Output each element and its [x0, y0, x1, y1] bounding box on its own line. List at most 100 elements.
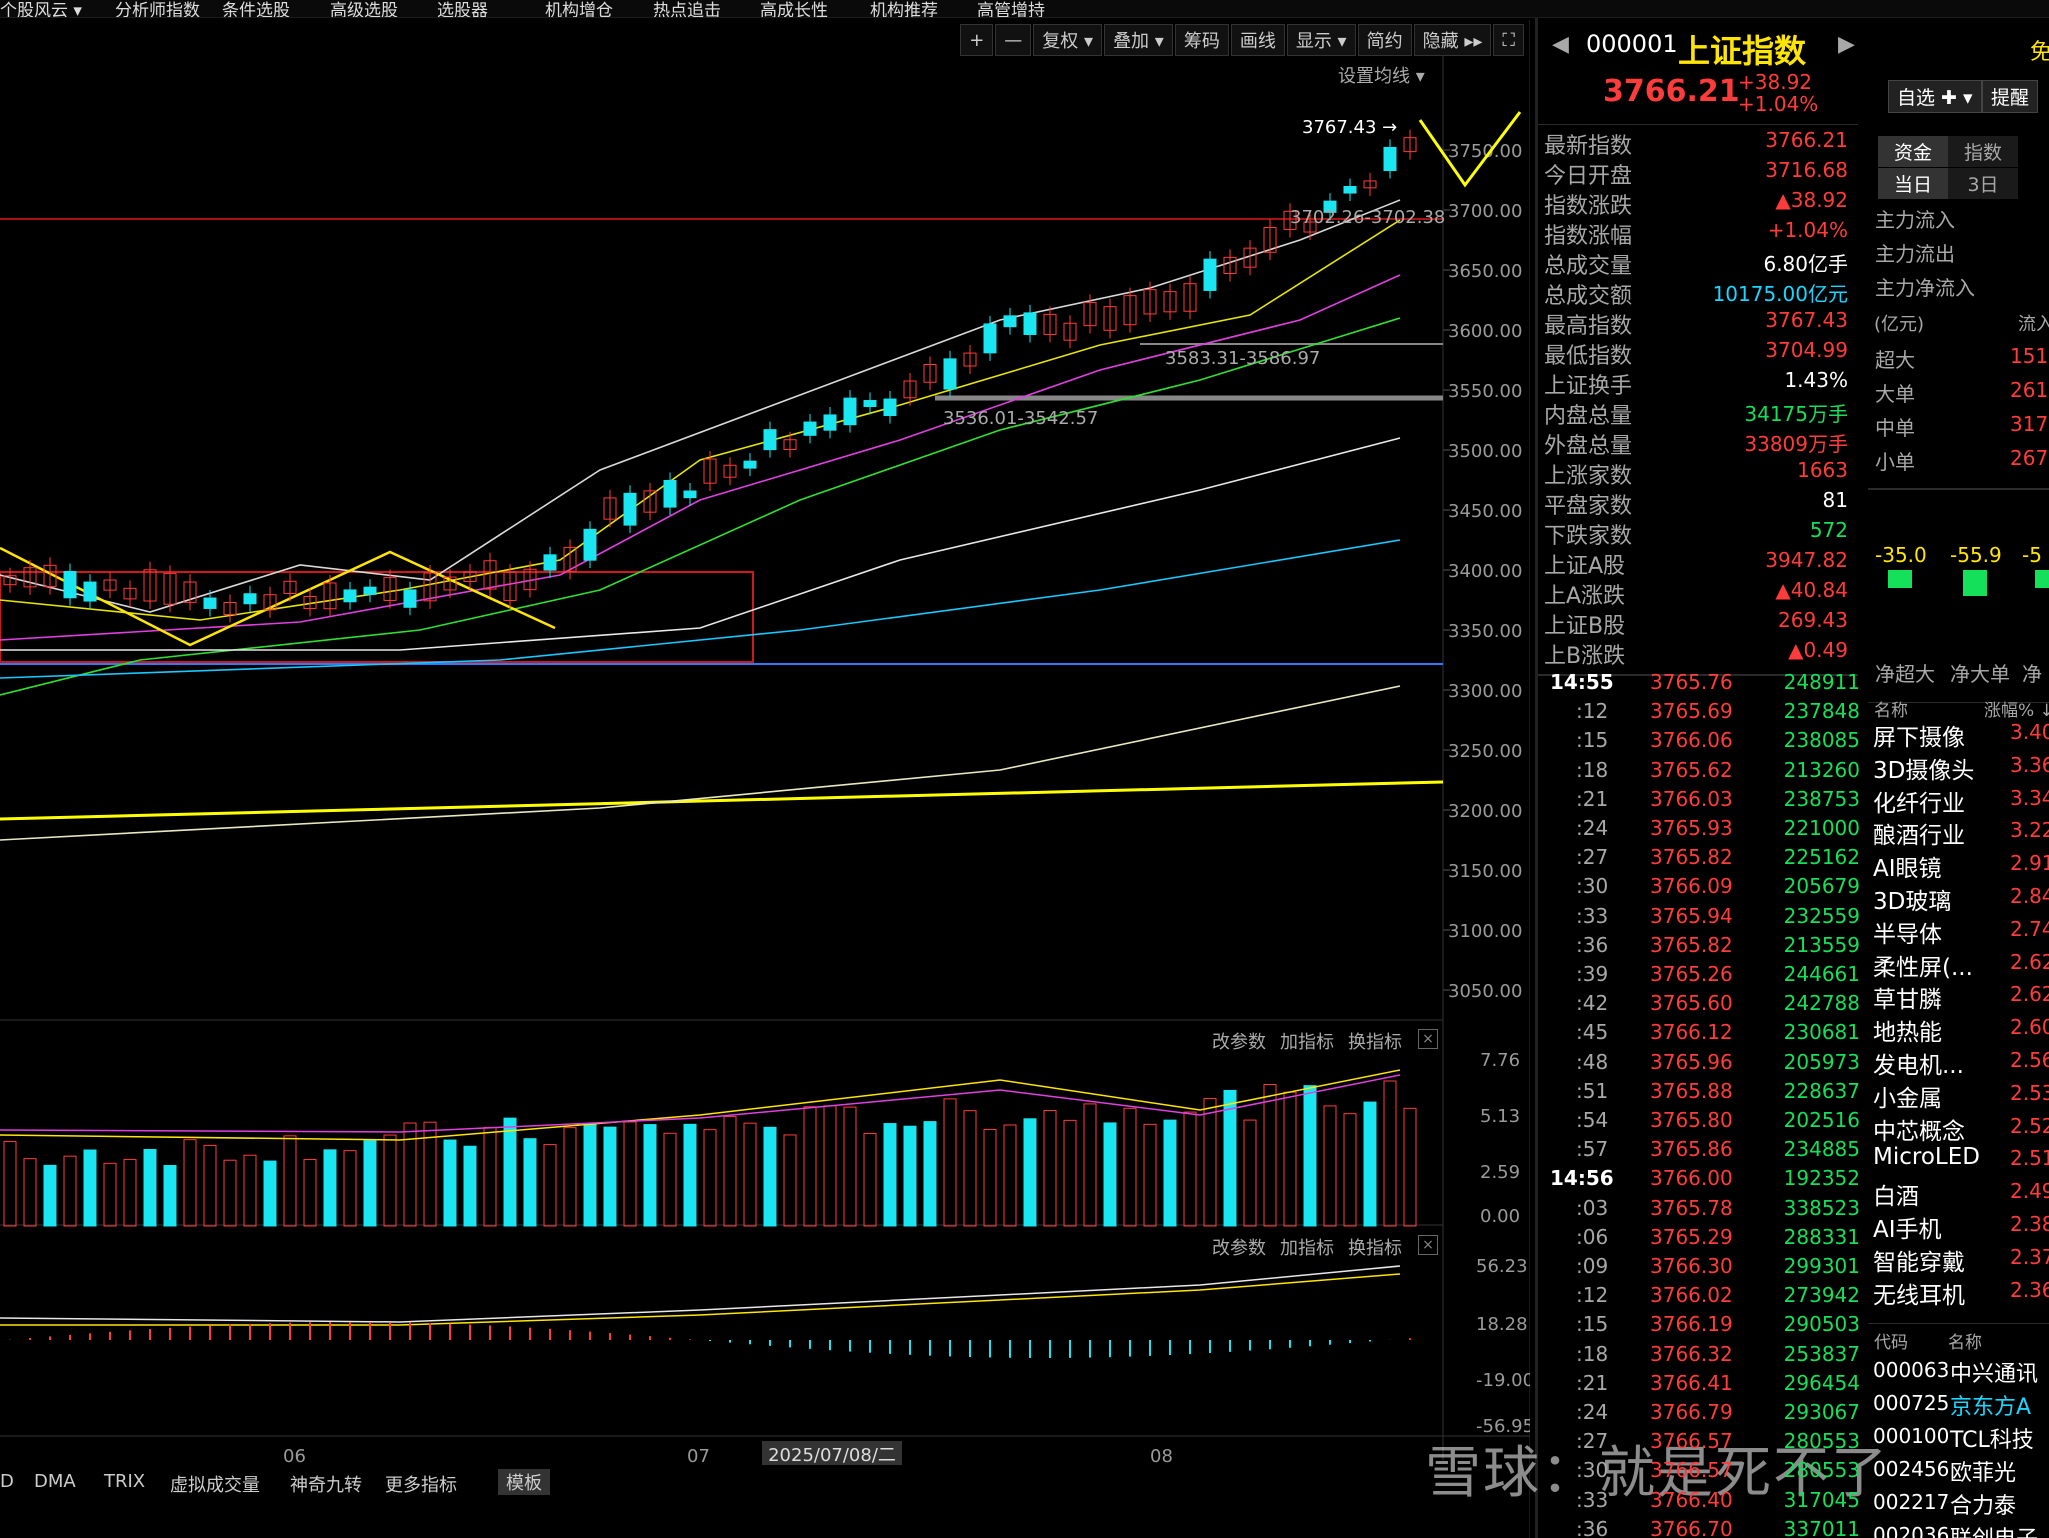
- indicator-control[interactable]: 换指标: [1348, 1238, 1402, 1259]
- indicator-tab[interactable]: 更多指标: [385, 1471, 457, 1497]
- watchlist-button[interactable]: 自选 ✚ ▾: [1888, 80, 1982, 113]
- kline-chart-area[interactable]: 3750.00 3700.00 3650.00 3600.00 3550.00 3500.…: [0, 0, 1530, 1538]
- tick-volume: 253837: [1783, 1341, 1860, 1366]
- nav-item[interactable]: 高成长性: [760, 0, 828, 17]
- stock-code[interactable]: 002036: [1873, 1523, 1949, 1538]
- yellow-trend-line: [0, 780, 1444, 821]
- tick-time: :24: [1576, 816, 1609, 840]
- toolbar-button[interactable]: —: [995, 24, 1032, 56]
- quote-value: ▲38.92: [1775, 188, 1848, 212]
- netflow-value: -55.9: [1950, 543, 2002, 567]
- nav-item[interactable]: 分析师指数: [115, 0, 200, 17]
- volume-bar: [1103, 1122, 1117, 1227]
- ma-setting[interactable]: 设置均线 ▾: [1338, 62, 1425, 88]
- sector-name[interactable]: 化纤行业: [1873, 784, 1965, 818]
- indicator-tab[interactable]: D: [0, 1471, 14, 1492]
- toolbar-button[interactable]: 复权 ▾: [1033, 24, 1103, 56]
- fund-tab[interactable]: 3日: [1948, 168, 2018, 199]
- flow-label: 小单: [1875, 450, 1915, 474]
- volume-bar: [1163, 1119, 1177, 1227]
- nav-item[interactable]: 条件选股: [222, 0, 290, 17]
- sector-name[interactable]: 发电机...: [1873, 1046, 1964, 1080]
- prev-arrow-icon[interactable]: ◀: [1552, 32, 1569, 57]
- kline-svg[interactable]: 3750.003700.003650.003600.003550.003500.…: [0, 0, 1530, 1538]
- sector-name[interactable]: 半导体: [1873, 915, 1942, 949]
- tick-price: 3766.41: [1650, 1370, 1733, 1395]
- next-arrow-icon[interactable]: ▶: [1838, 32, 1855, 57]
- candle-body: [1343, 185, 1357, 194]
- sector-name[interactable]: 中芯概念: [1873, 1112, 1965, 1146]
- tick-time: :57: [1576, 1137, 1609, 1162]
- fund-tab[interactable]: 指数: [1948, 136, 2018, 167]
- sector-name[interactable]: 3D玻璃: [1873, 882, 1951, 916]
- volume-bar: [3, 1141, 17, 1227]
- price-annotation: 3702.26-3702.38: [1290, 207, 1445, 228]
- sector-name[interactable]: MicroLED: [1873, 1144, 1980, 1170]
- tick-row: 14:56 3766.00 192352: [1540, 1166, 1860, 1195]
- nav-item[interactable]: 机构推荐: [870, 0, 938, 17]
- alert-button[interactable]: 提醒: [1982, 80, 2039, 113]
- stock-code[interactable]: 000063: [1873, 1358, 1949, 1382]
- tick-price: 3765.60: [1650, 991, 1733, 1016]
- volume-bar: [43, 1164, 57, 1227]
- sector-name[interactable]: 3D摄像头: [1873, 751, 1974, 785]
- sector-name[interactable]: 智能穿戴: [1873, 1243, 1965, 1277]
- tick-price: 3765.93: [1650, 816, 1733, 840]
- sector-name[interactable]: 无线耳机: [1873, 1276, 1965, 1310]
- close-icon[interactable]: ×: [1418, 1029, 1438, 1049]
- axis-label-volume: 7.76: [1480, 1050, 1520, 1071]
- indicator-control[interactable]: 换指标: [1348, 1032, 1402, 1053]
- indicator-control[interactable]: 改参数: [1212, 1032, 1266, 1053]
- nav-item[interactable]: 选股器: [437, 0, 488, 17]
- indicator-tab[interactable]: DMA: [34, 1471, 76, 1492]
- indicator-control[interactable]: 改参数: [1212, 1238, 1266, 1259]
- indicator-control[interactable]: 加指标: [1280, 1238, 1334, 1259]
- nav-item[interactable]: 高级选股: [330, 0, 398, 17]
- indicator-tab[interactable]: TRIX: [104, 1471, 145, 1492]
- nav-item[interactable]: 热点追击: [653, 0, 721, 17]
- toolbar-button[interactable]: 隐藏 ▸▸: [1413, 24, 1492, 56]
- toolbar-button[interactable]: 画线: [1230, 24, 1285, 56]
- volume-ma-line: [0, 1069, 1401, 1141]
- sector-name[interactable]: 屏下摄像: [1873, 718, 1965, 752]
- stock-code[interactable]: 000725: [1873, 1391, 1949, 1415]
- nav-item[interactable]: 高管增持: [977, 0, 1045, 17]
- nav-item[interactable]: 个股风云 ▾: [0, 0, 82, 17]
- tick-row: :54 3765.80 202516: [1540, 1108, 1860, 1137]
- sector-name[interactable]: 酿酒行业: [1873, 816, 1965, 850]
- price-change-pct: +1.04%: [1738, 92, 1819, 116]
- axis-label-macd: 56.23: [1476, 1256, 1528, 1277]
- tick-price: 3765.88: [1650, 1078, 1733, 1103]
- sector-name[interactable]: AI眼镜: [1873, 849, 1942, 883]
- indicator-tab[interactable]: 虚拟成交量: [170, 1471, 260, 1497]
- nav-item[interactable]: 机构增仓: [545, 0, 613, 17]
- sector-name[interactable]: 地热能: [1873, 1013, 1942, 1047]
- indicator-control[interactable]: 加指标: [1280, 1032, 1334, 1053]
- tick-row: :24 3766.79 293067: [1540, 1400, 1860, 1429]
- sector-name[interactable]: 白酒: [1873, 1177, 1919, 1211]
- tick-time: :36: [1576, 932, 1609, 957]
- toolbar-button[interactable]: ⛶: [1493, 24, 1524, 56]
- tick-time: :06: [1576, 1224, 1609, 1249]
- candle-body: [743, 460, 757, 469]
- candle-body: [883, 398, 897, 417]
- volume-bar: [183, 1139, 197, 1227]
- toolbar-button[interactable]: 简约: [1357, 24, 1412, 56]
- sector-name[interactable]: 柔性屏(...: [1873, 948, 1973, 982]
- tick-row: :27 3765.82 225162: [1540, 845, 1860, 874]
- candle-body: [803, 421, 817, 436]
- sector-name[interactable]: 草甘膦: [1873, 980, 1942, 1014]
- tick-volume: 205679: [1783, 874, 1860, 899]
- candle-body: [63, 570, 77, 599]
- indicator-tab[interactable]: 神奇九转: [290, 1471, 362, 1497]
- indicator-tab[interactable]: 模板: [498, 1469, 550, 1495]
- sector-name[interactable]: AI手机: [1873, 1210, 1942, 1244]
- toolbar-button[interactable]: 显示 ▾: [1286, 24, 1356, 56]
- close-icon[interactable]: ×: [1418, 1235, 1438, 1255]
- fund-tab[interactable]: 资金: [1878, 136, 1948, 167]
- fund-tab[interactable]: 当日: [1878, 168, 1948, 199]
- sector-name[interactable]: 小金属: [1873, 1079, 1942, 1113]
- toolbar-button[interactable]: 叠加 ▾: [1104, 24, 1173, 56]
- toolbar-button[interactable]: +: [960, 24, 994, 56]
- toolbar-button[interactable]: 筹码: [1174, 24, 1229, 56]
